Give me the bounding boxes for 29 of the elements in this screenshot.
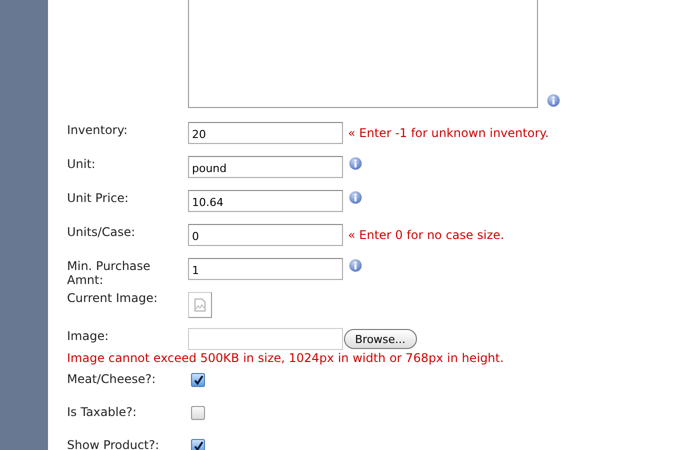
field-label: Image: <box>67 328 110 343</box>
field-label: Min. Purchase Amnt: <box>67 258 152 287</box>
info-icon[interactable] <box>349 157 362 170</box>
info-icon[interactable] <box>547 94 560 107</box>
field-label: Units/Case: <box>67 224 136 239</box>
text-field[interactable]: pound <box>188 156 343 178</box>
info-icon[interactable] <box>349 191 362 204</box>
validation-note: « Enter -1 for unknown inventory. <box>348 126 549 140</box>
validation-note: Image cannot exceed 500KB in size, 1024px in width or 768px in height. <box>67 351 505 367</box>
field-label: Unit Price: <box>67 190 130 205</box>
checkbox[interactable] <box>191 373 205 387</box>
text-field[interactable]: 0 <box>188 224 343 246</box>
field-label: Is Taxable?: <box>67 405 138 419</box>
text-field[interactable]: 10.64 <box>188 190 343 212</box>
validation-note: « Enter 0 for no case size. <box>348 228 504 242</box>
field-label: Inventory: <box>67 122 128 137</box>
text-field[interactable]: 1 <box>188 258 343 280</box>
checkbox[interactable] <box>191 439 205 450</box>
file-name-field[interactable] <box>188 328 343 350</box>
field-label: Show Product?: <box>67 438 160 450</box>
field-label: Current Image: <box>67 290 159 305</box>
broken-image-icon <box>188 292 212 318</box>
text-field[interactable]: 20 <box>188 122 343 144</box>
info-icon[interactable] <box>349 259 362 272</box>
browse-button[interactable]: Browse... <box>344 329 417 349</box>
description-field[interactable] <box>188 0 538 108</box>
field-label: Unit: <box>67 156 96 171</box>
checkbox[interactable] <box>191 406 205 420</box>
field-label: Meat/Cheese?: <box>67 372 157 386</box>
